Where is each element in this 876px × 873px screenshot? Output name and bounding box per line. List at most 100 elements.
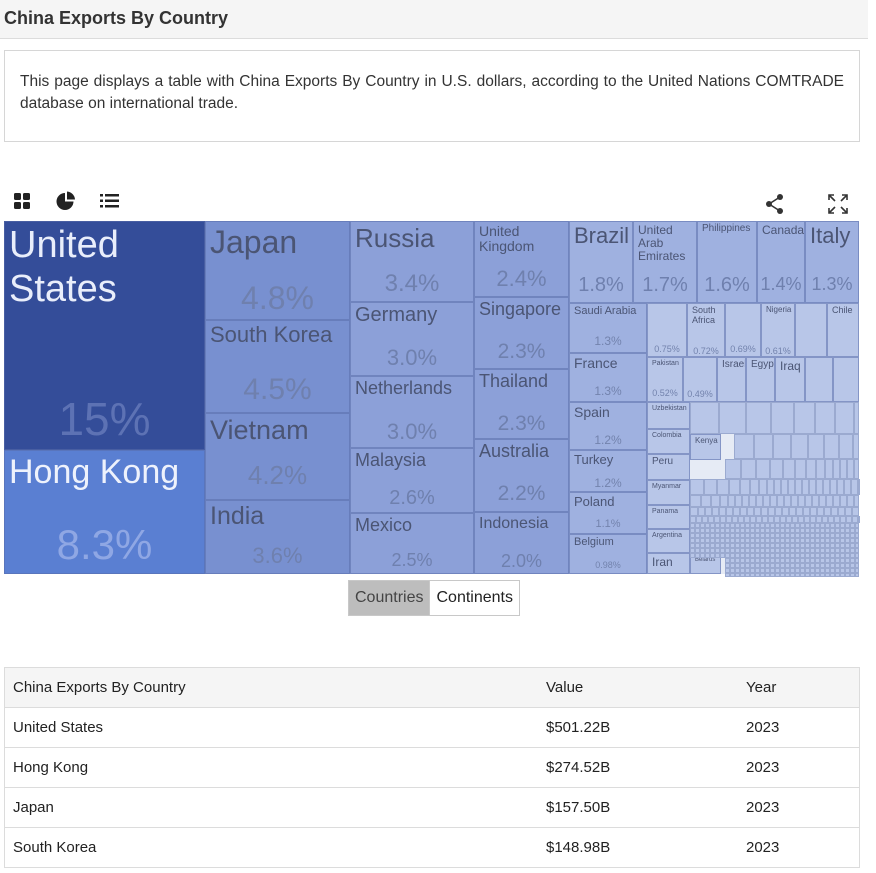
treemap-cell-small[interactable] bbox=[726, 507, 733, 516]
treemap-cell-small[interactable] bbox=[761, 507, 768, 516]
treemap-cell-small[interactable] bbox=[690, 495, 701, 507]
treemap-cell-small[interactable] bbox=[704, 479, 717, 495]
treemap-cell-small[interactable] bbox=[742, 495, 749, 507]
column-header-country[interactable]: China Exports By Country bbox=[4, 667, 538, 708]
treemap-cell-nigeria[interactable]: Nigeria 0.61% bbox=[761, 303, 795, 357]
treemap-cell-small[interactable] bbox=[690, 479, 704, 495]
treemap-cell-south-korea[interactable]: South Korea 4.5% bbox=[205, 320, 350, 413]
treemap-cell-iraq[interactable]: Iraq bbox=[775, 357, 805, 402]
treemap-cell-small[interactable] bbox=[845, 507, 852, 516]
list-icon[interactable] bbox=[99, 190, 121, 212]
treemap-cell-small[interactable] bbox=[858, 516, 860, 523]
treemap-cell-small[interactable] bbox=[847, 495, 854, 507]
treemap-cell-mexico[interactable]: Mexico 2.5% bbox=[350, 513, 474, 574]
treemap-cell-small[interactable] bbox=[840, 495, 847, 507]
treemap-cell-uzbekistan[interactable]: Uzbekistan bbox=[647, 402, 690, 429]
treemap-cell-small[interactable] bbox=[831, 507, 838, 516]
treemap-cell-small[interactable] bbox=[690, 402, 719, 434]
treemap-cell-small[interactable] bbox=[717, 479, 729, 495]
treemap-cell-russia[interactable]: Russia 3.4% bbox=[350, 221, 474, 302]
treemap-cell-small[interactable] bbox=[816, 459, 825, 479]
treemap-cell-small[interactable] bbox=[711, 495, 720, 507]
treemap-cell-small[interactable] bbox=[740, 479, 750, 495]
treemap-cell-small[interactable] bbox=[802, 479, 809, 495]
treemap-cell-small[interactable] bbox=[795, 459, 806, 479]
treemap-cell-kenya[interactable]: Kenya bbox=[690, 434, 721, 460]
treemap-cell-united-states[interactable]: United States 15% bbox=[4, 221, 205, 450]
share-icon[interactable] bbox=[764, 193, 786, 215]
treemap-cell-egypt[interactable]: Egypt bbox=[746, 357, 775, 402]
treemap-cell-small[interactable] bbox=[771, 402, 794, 434]
treemap-cell-small[interactable] bbox=[749, 495, 756, 507]
grid-icon[interactable] bbox=[12, 190, 34, 212]
treemap-cell-belgium[interactable]: Belgium 0.98% bbox=[569, 534, 647, 574]
table-row[interactable]: South Korea $148.98B 2023 bbox=[4, 827, 860, 868]
treemap-cell-small[interactable] bbox=[775, 507, 782, 516]
treemap-cell-canada[interactable]: Canada 1.4% bbox=[757, 221, 805, 303]
treemap-cell-small[interactable] bbox=[777, 495, 784, 507]
treemap-cell-small[interactable] bbox=[754, 434, 773, 459]
treemap-cell-small[interactable] bbox=[750, 479, 759, 495]
treemap-cell-small[interactable] bbox=[796, 507, 803, 516]
treemap-cell-small[interactable] bbox=[844, 479, 851, 495]
treemap-cell-small[interactable] bbox=[773, 434, 791, 459]
treemap-cell-saudi-arabia[interactable]: Saudi Arabia 1.3% bbox=[569, 303, 647, 353]
treemap-cell-small[interactable] bbox=[816, 479, 823, 495]
treemap-cell-small[interactable] bbox=[823, 479, 830, 495]
treemap-cell-small[interactable] bbox=[833, 459, 840, 479]
treemap-cell-japan[interactable]: Japan 4.8% bbox=[205, 221, 350, 320]
treemap-cell-small[interactable] bbox=[770, 459, 783, 479]
treemap-cell-small[interactable] bbox=[839, 434, 853, 459]
treemap-cell-small[interactable] bbox=[754, 507, 761, 516]
treemap-cell-small[interactable] bbox=[746, 402, 771, 434]
treemap-cell-small[interactable] bbox=[806, 459, 816, 479]
treemap-cell-small[interactable] bbox=[782, 507, 789, 516]
treemap-cell-small[interactable] bbox=[798, 495, 805, 507]
treemap-cell-small[interactable] bbox=[833, 357, 859, 402]
treemap-cell-small[interactable] bbox=[805, 357, 833, 402]
treemap-cell-small[interactable] bbox=[858, 479, 860, 495]
treemap-cell-small[interactable] bbox=[733, 507, 740, 516]
treemap-cell-small[interactable] bbox=[854, 402, 859, 434]
treemap-cell-unlabeled[interactable]: 0.75% bbox=[647, 303, 687, 357]
treemap-cell-small[interactable] bbox=[719, 402, 746, 434]
treemap-cell-pakistan[interactable]: Pakistan 0.52% bbox=[647, 357, 683, 402]
countries-toggle-button[interactable]: Countries bbox=[349, 581, 430, 615]
treemap-cell-small[interactable] bbox=[803, 507, 810, 516]
treemap-cell-turkey[interactable]: Turkey 1.2% bbox=[569, 450, 647, 492]
treemap-cell-iran[interactable]: Iran bbox=[647, 553, 690, 574]
treemap-cell-small[interactable] bbox=[725, 459, 741, 479]
treemap-cell-small[interactable] bbox=[794, 402, 815, 434]
treemap-cell-small[interactable] bbox=[808, 434, 824, 459]
treemap-cell-small[interactable] bbox=[734, 434, 754, 459]
treemap-cell-small[interactable] bbox=[781, 479, 788, 495]
treemap-cell-small[interactable] bbox=[795, 303, 827, 357]
treemap-cell-small[interactable] bbox=[774, 479, 781, 495]
treemap-cell-small[interactable] bbox=[854, 459, 859, 479]
treemap-cell-small[interactable] bbox=[833, 495, 840, 507]
table-row[interactable]: United States $501.22B 2023 bbox=[4, 707, 860, 748]
treemap-cell-united-kingdom[interactable]: United Kingdom 2.4% bbox=[474, 221, 569, 297]
treemap-cell-small[interactable] bbox=[767, 479, 774, 495]
treemap-cell-small[interactable] bbox=[830, 479, 837, 495]
treemap-cell-small[interactable] bbox=[698, 507, 705, 516]
treemap-cell-small[interactable] bbox=[740, 507, 747, 516]
treemap-cell-south-africa[interactable]: South Africa 0.72% bbox=[687, 303, 725, 357]
treemap-cell-malaysia[interactable]: Malaysia 2.6% bbox=[350, 448, 474, 513]
treemap-cell-small[interactable] bbox=[759, 479, 767, 495]
treemap-cell-small[interactable] bbox=[791, 434, 808, 459]
table-row[interactable]: Japan $157.50B 2023 bbox=[4, 787, 860, 828]
pie-chart-icon[interactable] bbox=[55, 190, 77, 212]
treemap-cell-small[interactable] bbox=[728, 495, 735, 507]
treemap-cell-france[interactable]: France 1.3% bbox=[569, 353, 647, 402]
treemap-cell-small[interactable] bbox=[789, 507, 796, 516]
treemap-cell-small[interactable] bbox=[770, 495, 777, 507]
treemap-cell-small[interactable] bbox=[824, 434, 839, 459]
treemap-cell-thailand[interactable]: Thailand 2.3% bbox=[474, 369, 569, 439]
treemap-cell-small[interactable] bbox=[809, 479, 816, 495]
treemap-cell-small[interactable] bbox=[735, 495, 742, 507]
treemap-cell-small[interactable] bbox=[791, 495, 798, 507]
treemap-cell-singapore[interactable]: Singapore 2.3% bbox=[474, 297, 569, 369]
continents-toggle-button[interactable]: Continents bbox=[429, 581, 519, 615]
treemap-cell-small[interactable] bbox=[847, 459, 854, 479]
